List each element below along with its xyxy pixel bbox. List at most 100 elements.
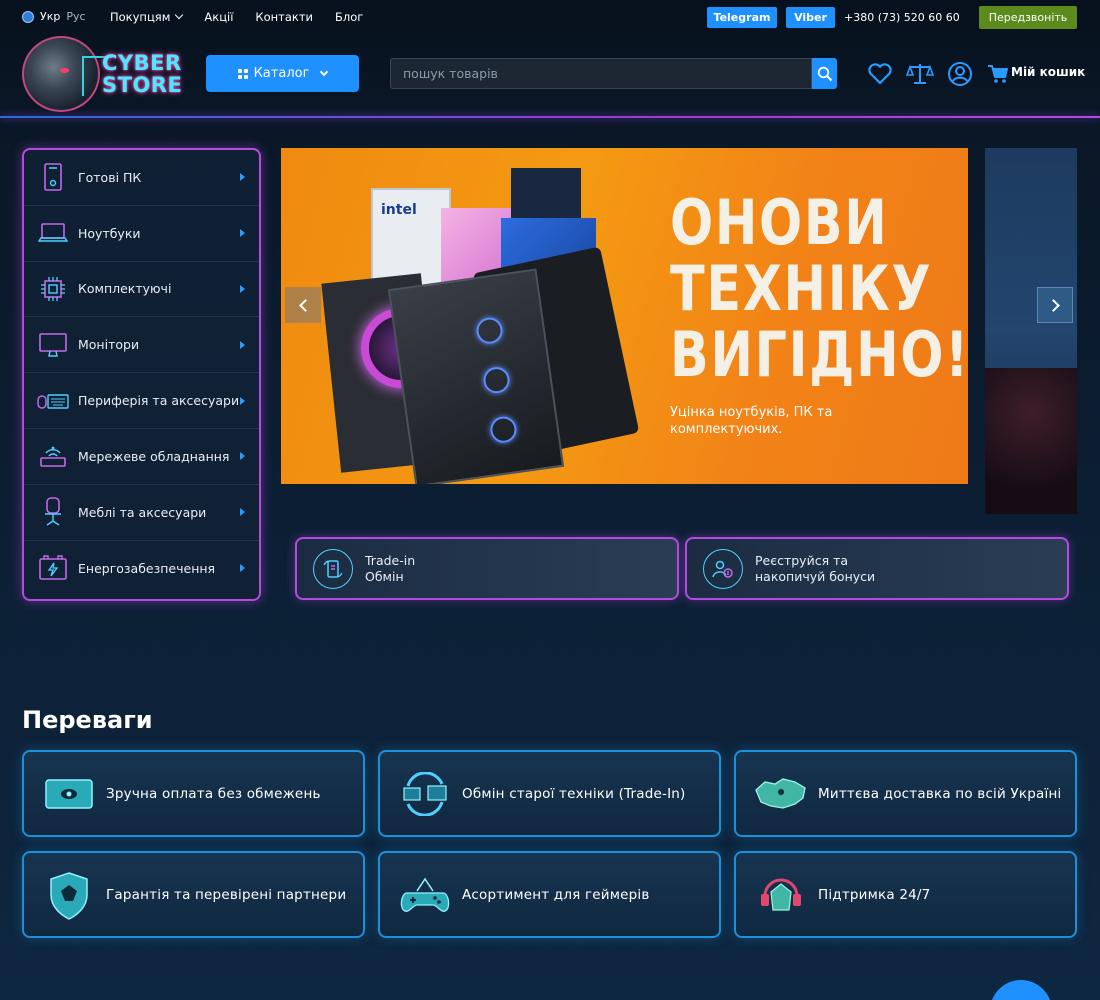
advantage-support: Підтримка 24/7 bbox=[734, 851, 1077, 938]
sidebar-item-furniture[interactable]: Меблі та аксесуари bbox=[24, 485, 259, 541]
caret-right-icon bbox=[240, 396, 245, 405]
advantage-trade-in: Обмін старої техніки (Trade-In) bbox=[378, 750, 721, 837]
sidebar-item-label: Комплектуючі bbox=[78, 281, 172, 297]
advantage-delivery: Миттєва доставка по всій Україні bbox=[734, 750, 1077, 837]
hero-subtitle: Уцінка ноутбуків, ПК та комплектуючих. bbox=[670, 405, 833, 437]
category-sidebar: Готові ПК Ноутбуки Комплектуючі Монітори… bbox=[22, 148, 261, 601]
sidebar-item-label: Ноутбуки bbox=[78, 225, 141, 241]
battery-icon bbox=[36, 553, 70, 583]
telegram-button[interactable]: Telegram bbox=[707, 7, 777, 28]
next-slide-preview[interactable] bbox=[985, 148, 1077, 514]
trade-in-icon bbox=[313, 548, 353, 589]
catalog-button[interactable]: Каталог bbox=[206, 55, 359, 92]
sidebar-item-monitors[interactable]: Монітори bbox=[24, 317, 259, 374]
bonus-card[interactable]: Реєструйся та накопичуй бонуси bbox=[685, 537, 1069, 600]
gamepad-dragon-icon bbox=[396, 866, 454, 924]
chevron-right-icon bbox=[1046, 298, 1060, 312]
sidebar-item-laptops[interactable]: Ноутбуки bbox=[24, 206, 259, 262]
cart-icon bbox=[988, 65, 1008, 83]
headset-dragon-icon bbox=[752, 866, 810, 924]
keyboard-mouse-icon bbox=[36, 386, 70, 416]
hero-title-line: ТЕХНІКУ bbox=[670, 252, 933, 325]
sidebar-item-label: Енергозабезпечення bbox=[78, 560, 216, 576]
search-input[interactable] bbox=[390, 58, 812, 89]
trade-in-title: Trade-in bbox=[365, 552, 416, 568]
hero-title-line: ВИГІДНО! bbox=[670, 318, 968, 391]
sidebar-item-label: Монітори bbox=[78, 337, 140, 353]
nav-promotions[interactable]: Акції bbox=[204, 10, 233, 24]
nav-contacts[interactable]: Контакти bbox=[255, 10, 313, 24]
catalog-label: Каталог bbox=[253, 66, 310, 81]
scales-icon bbox=[906, 64, 934, 84]
advantage-label: Зручна оплата без обмежень bbox=[106, 785, 321, 802]
header-divider bbox=[0, 116, 1100, 118]
caret-right-icon bbox=[240, 229, 245, 238]
caret-right-icon bbox=[240, 340, 245, 349]
advantage-label: Асортимент для геймерів bbox=[462, 886, 650, 903]
exchange-icon bbox=[396, 765, 454, 823]
sidebar-item-peripherals[interactable]: Периферія та аксесуари bbox=[24, 373, 259, 429]
lang-ukr[interactable]: Укр bbox=[40, 10, 60, 23]
store-logo[interactable]: CYBER STORE bbox=[22, 36, 182, 112]
caret-right-icon bbox=[240, 564, 245, 573]
hero-banner[interactable]: intel ОНОВИ ТЕХНІКУ ВИГІДНО! Уцінка ноут… bbox=[281, 148, 968, 484]
advantage-label: Миттєва доставка по всій Україні bbox=[818, 785, 1062, 802]
caret-right-icon bbox=[240, 284, 245, 293]
advantage-warranty: Гарантія та перевірені партнери bbox=[22, 851, 365, 938]
nav-blog[interactable]: Блог bbox=[335, 10, 363, 24]
router-icon bbox=[36, 441, 70, 471]
pc-tower-icon bbox=[36, 162, 70, 192]
trade-in-card[interactable]: Trade-in Обмін bbox=[295, 537, 679, 600]
advantage-label: Обмін старої техніки (Trade-In) bbox=[462, 785, 686, 802]
hero-title: ОНОВИ ТЕХНІКУ ВИГІДНО! bbox=[670, 190, 968, 388]
grid-icon bbox=[237, 68, 248, 79]
sidebar-item-label: Готові ПК bbox=[78, 169, 142, 185]
chevron-left-icon bbox=[298, 298, 312, 312]
bonus-user-icon bbox=[703, 548, 743, 589]
caret-right-icon bbox=[240, 508, 245, 517]
cart-label[interactable]: Мій кошик bbox=[1011, 65, 1085, 79]
viber-button[interactable]: Viber bbox=[786, 7, 835, 28]
callback-button[interactable]: Передзвоніть bbox=[979, 6, 1077, 29]
sidebar-item-label: Мережеве обладнання bbox=[78, 448, 230, 464]
shield-dragon-icon bbox=[40, 866, 98, 924]
chevron-down-icon bbox=[175, 10, 184, 20]
top-bar: Укр Рус Покупцям Акції Контакти Блог Tel… bbox=[0, 0, 1100, 36]
account-button[interactable] bbox=[946, 60, 974, 88]
intel-box-brand: intel bbox=[381, 202, 417, 218]
nav-buyers[interactable]: Покупцям bbox=[110, 10, 184, 24]
compare-button[interactable] bbox=[906, 60, 934, 88]
caret-right-icon bbox=[240, 173, 245, 182]
nav-buyers-label: Покупцям bbox=[110, 10, 171, 24]
lang-rus[interactable]: Рус bbox=[66, 10, 85, 23]
slider-next-button[interactable] bbox=[1037, 287, 1073, 323]
gaming-chair-icon bbox=[36, 497, 70, 527]
search-button[interactable] bbox=[812, 58, 837, 89]
sidebar-item-components[interactable]: Комплектуючі bbox=[24, 262, 259, 318]
payment-card-icon bbox=[40, 765, 98, 823]
slider-prev-button[interactable] bbox=[285, 287, 321, 323]
chat-widget-button[interactable] bbox=[990, 980, 1052, 1000]
trade-in-subtitle: Обмін bbox=[365, 568, 404, 584]
sidebar-item-label: Меблі та аксесуари bbox=[78, 504, 207, 520]
phone-number[interactable]: +380 (73) 520 60 60 bbox=[844, 11, 960, 24]
advantage-label: Гарантія та перевірені партнери bbox=[106, 886, 347, 903]
sidebar-item-power[interactable]: Енергозабезпечення bbox=[24, 541, 259, 597]
bonus-title: Реєструйся та bbox=[755, 552, 849, 568]
ukraine-map-icon bbox=[752, 765, 810, 823]
cart-button[interactable] bbox=[984, 60, 1012, 88]
wishlist-button[interactable] bbox=[866, 60, 894, 88]
sidebar-item-label: Периферія та аксесуари bbox=[78, 393, 240, 409]
logo-text-store: STORE bbox=[102, 73, 183, 97]
caret-right-icon bbox=[240, 452, 245, 461]
globe-icon bbox=[22, 10, 34, 23]
advantage-payment: Зручна оплата без обмежень bbox=[22, 750, 365, 837]
hero-products-image: intel bbox=[311, 158, 640, 484]
language-switcher: Укр Рус bbox=[22, 10, 86, 23]
laptop-icon bbox=[36, 218, 70, 248]
sidebar-item-ready-pc[interactable]: Готові ПК bbox=[24, 150, 259, 206]
bonus-subtitle: накопичуй бонуси bbox=[755, 568, 876, 584]
user-icon bbox=[948, 62, 972, 86]
monitor-icon bbox=[36, 330, 70, 360]
sidebar-item-network[interactable]: Мережеве обладнання bbox=[24, 429, 259, 485]
